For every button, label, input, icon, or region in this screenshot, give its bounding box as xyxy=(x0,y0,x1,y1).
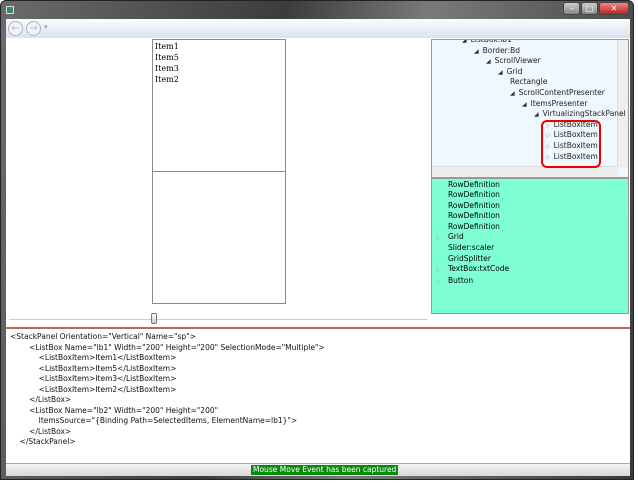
code-line: </StackPanel> xyxy=(10,437,76,446)
list-item[interactable]: Item2 xyxy=(155,74,283,85)
tree-node-label: Border:Bd xyxy=(482,45,521,55)
tree-node-label: ListBoxItem xyxy=(553,151,598,161)
element-list-item[interactable]: RowDefinition xyxy=(436,211,624,221)
expanded-arrow-icon[interactable]: ◢ xyxy=(462,40,467,44)
tree-node-label: Rectangle xyxy=(510,77,548,87)
app-icon xyxy=(6,6,14,14)
tree-node-label: VirtualizingStackPanel xyxy=(542,109,626,119)
code-line: <StackPanel Orientation="Vertical" Name=… xyxy=(10,332,196,341)
tree-node[interactable]: ▷ ListBoxItem xyxy=(546,151,598,163)
listbox-lb2[interactable] xyxy=(152,171,286,304)
tree-node-label: ItemsPresenter xyxy=(530,98,588,108)
expand-arrow-icon[interactable]: ▷ xyxy=(436,265,445,275)
code-line: <ListBoxItem>Item5</ListBoxItem> xyxy=(10,363,177,373)
element-list-item[interactable]: RowDefinition xyxy=(436,180,624,190)
collapsed-arrow-icon[interactable]: ▷ xyxy=(546,143,551,150)
element-list-item[interactable]: RowDefinition xyxy=(436,201,624,211)
tree-node-label: ScrollViewer xyxy=(494,56,541,66)
collapsed-arrow-icon[interactable]: ▷ xyxy=(546,122,551,129)
element-label: TextBox:txtCode xyxy=(448,264,510,274)
tree-node-label: ListBox:lb1 xyxy=(470,39,512,44)
element-label: RowDefinition xyxy=(448,180,500,189)
code-line: ItemsSource="{Binding Path=SelectedItems… xyxy=(10,416,298,425)
code-line: </ListBox> xyxy=(10,426,72,436)
collapsed-arrow-icon[interactable]: ▷ xyxy=(546,132,551,139)
element-list-item[interactable]: RowDefinition xyxy=(436,190,624,200)
expanded-arrow-icon[interactable]: ◢ xyxy=(498,69,503,76)
expanded-arrow-icon[interactable]: ◢ xyxy=(474,48,479,55)
visual-tree[interactable]: ◢ ListBox:lb1 ◢ Border:Bd ◢ ScrollViewer ◢ Grid… xyxy=(431,39,629,178)
content-area: Item1 Item5 Item3 Item2 <StackPanel Orienta… xyxy=(6,38,630,463)
element-list-item[interactable]: ▷ Grid xyxy=(436,232,624,243)
code-textbox[interactable]: <StackPanel Orientation="Vertical" Name=… xyxy=(6,329,630,463)
code-line: <ListBox Name="lb2" Width="200" Height="… xyxy=(10,405,219,415)
tree-node-label: ScrollContentPresenter xyxy=(518,88,605,97)
element-list-item[interactable]: ▷ TextBox:txtCode xyxy=(436,264,624,275)
tree-node-label: ListBoxItem xyxy=(553,119,598,129)
close-button[interactable]: ✕ xyxy=(599,2,629,15)
tree-node-label: ListBoxItem xyxy=(553,130,598,140)
listbox-lb1[interactable]: Item1 Item5 Item3 Item2 xyxy=(152,39,286,172)
element-list-item[interactable]: Slider:scaler xyxy=(436,243,624,253)
element-list[interactable]: RowDefinition RowDefinition RowDefinition R… xyxy=(431,178,629,314)
code-line: <ListBoxItem>Item3</ListBoxItem> xyxy=(10,374,177,383)
code-line: <ListBoxItem>Item1</ListBoxItem> xyxy=(10,353,177,362)
status-text: Mouse Move Event has been captured xyxy=(251,465,399,475)
scaler-slider[interactable] xyxy=(9,319,427,321)
element-list-item[interactable]: GridSplitter xyxy=(436,254,624,264)
element-label: Button xyxy=(448,275,474,285)
tree-node-label: Grid xyxy=(506,66,523,76)
slider-thumb[interactable] xyxy=(151,313,158,324)
history-dropdown[interactable]: ▾ xyxy=(44,23,48,31)
expand-arrow-icon[interactable]: ▷ xyxy=(436,277,445,287)
status-bar: Mouse Move Event has been captured xyxy=(6,463,630,476)
list-item[interactable]: Item1 xyxy=(155,41,283,52)
element-label: Grid xyxy=(448,232,464,242)
tree-node-label: ListBoxItem xyxy=(553,141,598,150)
element-label: Slider:scaler xyxy=(448,243,495,253)
minimize-button[interactable]: – xyxy=(563,2,580,15)
element-label: RowDefinition xyxy=(448,190,500,200)
element-list-item[interactable]: ▷ Button xyxy=(436,276,624,287)
tree-vertical-scrollbar[interactable] xyxy=(617,40,628,167)
element-label: RowDefinition xyxy=(448,200,500,210)
maximize-button[interactable]: □ xyxy=(581,2,598,15)
code-line: </ListBox> xyxy=(10,395,72,404)
collapsed-arrow-icon[interactable]: ▷ xyxy=(546,154,551,161)
element-label: GridSplitter xyxy=(448,253,492,263)
list-item[interactable]: Item5 xyxy=(155,52,283,63)
code-line: <ListBox Name="lb1" Width="200" Height="… xyxy=(10,342,325,352)
window: – □ ✕ ← → ▾ Item1 Item5 Item3 Item2 <StackP… xyxy=(0,0,634,480)
navigation-bar: ← → ▾ xyxy=(6,19,630,38)
forward-button[interactable]: → xyxy=(26,21,41,36)
expanded-arrow-icon[interactable]: ◢ xyxy=(486,58,491,65)
tree-node[interactable]: Rectangle xyxy=(510,76,547,87)
code-line: <ListBoxItem>Item2</ListBoxItem> xyxy=(10,384,177,394)
expanded-arrow-icon[interactable]: ◢ xyxy=(510,90,515,97)
element-label: RowDefinition xyxy=(448,211,500,221)
expand-arrow-icon[interactable]: ▷ xyxy=(436,233,445,243)
element-label: RowDefinition xyxy=(448,221,500,231)
expanded-arrow-icon[interactable]: ◢ xyxy=(522,101,527,108)
back-button[interactable]: ← xyxy=(8,21,23,36)
expanded-arrow-icon[interactable]: ◢ xyxy=(534,111,539,118)
element-list-item[interactable]: RowDefinition xyxy=(436,222,624,232)
list-item[interactable]: Item3 xyxy=(155,63,283,74)
